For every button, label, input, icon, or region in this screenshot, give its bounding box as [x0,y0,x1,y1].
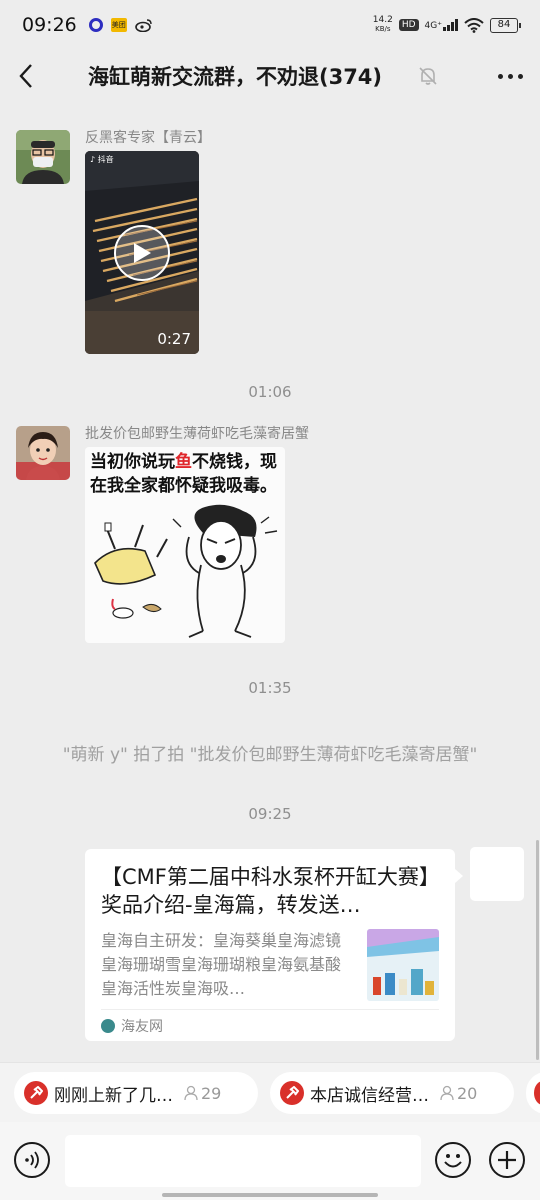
dot [497,73,503,79]
link-card-thumbnail [367,929,439,1001]
emoji-button[interactable] [435,1142,471,1178]
tiktok-watermark: ♪ 抖音 [90,155,114,164]
timestamp: 01:35 [248,679,292,697]
input-bar [0,1122,540,1200]
pat-notice: "萌新 y" 拍了拍 "批发价包邮野生薄荷虾吃毛藻寄居蟹" [62,745,478,765]
chat-title: 海缸萌新交流群，不劝退(374) [87,65,383,89]
dot [517,73,523,79]
plus-icon [498,1151,516,1169]
avatar[interactable] [16,130,70,184]
dot [507,73,513,79]
more-options-button[interactable] [480,50,540,102]
link-card-description: 皇海自主研发：皇海葵巢皇海滤镜皇海珊瑚雪皇海珊瑚粮皇海氨基酸皇海活性炭皇海吸… [101,931,342,998]
site-logo-icon [101,1018,115,1033]
status-time: 09:26 [22,14,77,36]
message-video: 反黑客专家【青云】 ♪ 抖音 0:27 [16,130,211,354]
person-icon [440,1085,454,1101]
home-indicator[interactable] [162,1193,378,1197]
more-functions-button[interactable] [489,1142,525,1178]
link-card-title: 【CMF第二届中科水泵杯开缸大赛】奖品介绍-皇海篇，转发送… [101,865,430,917]
message-input[interactable] [65,1135,421,1187]
weibo-icon [134,19,152,32]
link-card-source: 海友网 [101,1009,439,1041]
chat-header: 海缸萌新交流群，不劝退(374) [0,50,540,102]
play-icon [134,243,151,263]
chip-count: 29 [183,1084,221,1103]
chip-label: 刚刚上新了几… [54,1085,173,1106]
status-right: 14.2 KB/s HD 4G⁺ 84 [372,15,521,34]
notification-icons: 美团 [88,18,153,32]
wifi-icon [464,17,484,33]
chip-item[interactable]: 本店诚信经营… 20 [270,1072,514,1114]
video-duration: 0:27 [157,330,191,348]
voice-icon [25,1151,39,1169]
message-sticker: 批发价包邮野生薄荷虾吃毛藻寄居蟹 当初你说玩鱼不烧钱，现在我全家都怀疑我吸毒。 [16,426,309,643]
smiley-icon [444,1154,462,1168]
chip-label: 本店诚信经营… [310,1085,429,1106]
link-card-message[interactable]: 【CMF第二届中科水泵杯开缸大赛】奖品介绍-皇海篇，转发送… 皇海自主研发：皇海… [85,849,463,1041]
voice-input-button[interactable] [14,1142,50,1178]
cellular-signal-icon: 4G⁺ [425,19,458,31]
status-bar: 09:26 美团 14.2 KB/s HD 4G⁺ 84 [0,0,540,50]
network-speed: 14.2 KB/s [372,15,393,34]
timestamp: 09:25 [248,805,292,823]
self-avatar[interactable] [470,847,524,901]
chip-item[interactable]: 刚刚上新了几… 29 [14,1072,258,1114]
muted-bell-icon [419,67,437,85]
hammer-icon [280,1081,304,1105]
timestamp: 01:06 [248,383,292,401]
chevron-left-icon [19,64,32,88]
hammer-icon [534,1081,540,1105]
meituan-icon: 美团 [110,18,127,32]
hd-icon: HD [398,19,419,31]
person-icon [184,1085,198,1101]
sender-name: 批发价包邮野生薄荷虾吃毛藻寄居蟹 [85,426,309,442]
avatar-image [16,426,70,480]
hammer-icon [24,1081,48,1105]
avatar[interactable] [16,426,70,480]
quick-chips: 刚刚上新了几… 29 本店诚信经营… 20 [0,1062,540,1122]
app-notification-icon [88,18,103,32]
sender-name: 反黑客专家【青云】 [85,130,211,146]
thumbnail-image [367,929,439,1001]
play-button[interactable] [114,225,170,281]
battery-icon: 84 [490,17,521,33]
sticker-drawing [94,504,278,638]
avatar-image [16,130,70,184]
sticker-message[interactable]: 当初你说玩鱼不烧钱，现在我全家都怀疑我吸毒。 [85,447,285,643]
back-button[interactable] [0,50,52,102]
scrollbar[interactable] [536,840,539,1060]
video-message[interactable]: ♪ 抖音 0:27 [85,151,199,354]
chip-count: 20 [439,1084,477,1103]
chip-item-partial[interactable] [526,1072,540,1114]
sticker-caption: 当初你说玩鱼不烧钱，现在我全家都怀疑我吸毒。 [90,452,277,496]
